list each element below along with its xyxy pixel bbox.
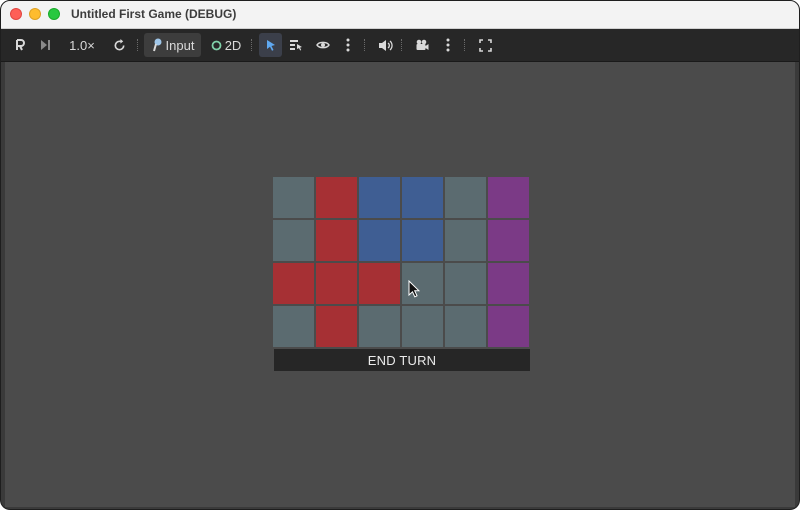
eye-icon: [316, 41, 330, 49]
camera-icon: [416, 39, 428, 50]
fullscreen-icon: [478, 38, 492, 52]
pointer-icon: [266, 39, 275, 51]
camera-override-button[interactable]: [411, 33, 433, 57]
board-cell-gray[interactable]: [445, 306, 486, 347]
maximize-window-button[interactable]: [48, 8, 60, 20]
toolbar-separator: [364, 39, 367, 51]
close-window-button[interactable]: [10, 8, 22, 20]
board-cell-red[interactable]: [316, 220, 357, 261]
end-turn-button[interactable]: END TURN: [274, 349, 530, 371]
board-cell-blue[interactable]: [359, 220, 400, 261]
board-cell-gray[interactable]: [273, 177, 314, 218]
board-cell-gray[interactable]: [402, 306, 443, 347]
board-cell-purple[interactable]: [488, 177, 529, 218]
input-toggle-button[interactable]: Input: [144, 33, 201, 57]
2d-circle-icon: [211, 40, 222, 50]
board-cell-gray[interactable]: [273, 220, 314, 261]
toolbar-separator: [251, 39, 254, 51]
board-cell-red[interactable]: [316, 306, 357, 347]
2d-label: 2D: [224, 37, 242, 53]
board-cell-gray[interactable]: [359, 306, 400, 347]
selection-options-button[interactable]: [340, 33, 356, 57]
input-label: Input: [165, 37, 195, 53]
debug-toolbar: 1.0× Input 2D: [1, 29, 799, 62]
step-forward-icon: [41, 40, 50, 50]
board-cell-gray[interactable]: [445, 220, 486, 261]
board-cell-purple[interactable]: [488, 306, 529, 347]
board-cell-purple[interactable]: [488, 220, 529, 261]
board-cell-blue[interactable]: [402, 177, 443, 218]
joystick-icon: [152, 38, 162, 52]
list-pointer-icon: [290, 39, 302, 50]
visibility-button[interactable]: [313, 33, 333, 57]
more-vertical-icon: [346, 38, 350, 52]
pause-rewind-icon: [16, 39, 25, 51]
reset-time-scale-button[interactable]: [109, 33, 129, 57]
mouse-cursor-icon: [408, 280, 420, 298]
board-cell-gray[interactable]: [445, 263, 486, 304]
board-cell-red[interactable]: [316, 263, 357, 304]
board-cell-gray[interactable]: [273, 306, 314, 347]
board-cell-blue[interactable]: [402, 220, 443, 261]
suspend-button[interactable]: [10, 33, 30, 57]
list-select-button[interactable]: [286, 33, 306, 57]
game-board: [273, 177, 531, 348]
toolbar-separator: [401, 39, 404, 51]
fullscreen-button[interactable]: [474, 33, 496, 57]
time-scale-button[interactable]: 1.0×: [63, 33, 101, 57]
mute-audio-button[interactable]: [375, 33, 395, 57]
board-cell-gray[interactable]: [445, 177, 486, 218]
more-vertical-icon: [446, 38, 450, 52]
board-cell-purple[interactable]: [488, 263, 529, 304]
reset-icon: [114, 38, 125, 50]
board-cell-red[interactable]: [359, 263, 400, 304]
title-bar: Untitled First Game (DEBUG): [1, 1, 799, 29]
game-viewport[interactable]: END TURN: [5, 62, 795, 507]
board-cell-blue[interactable]: [359, 177, 400, 218]
board-cell-red[interactable]: [316, 177, 357, 218]
minimize-window-button[interactable]: [29, 8, 41, 20]
toolbar-separator: [464, 39, 467, 51]
select-mode-button[interactable]: [259, 33, 282, 57]
speaker-icon: [378, 39, 393, 51]
camera-options-button[interactable]: [440, 33, 456, 57]
toolbar-separator: [137, 39, 140, 51]
next-frame-button[interactable]: [35, 33, 55, 57]
2d-mode-button[interactable]: 2D: [206, 33, 246, 57]
board-cell-red[interactable]: [273, 263, 314, 304]
window-title: Untitled First Game (DEBUG): [71, 7, 237, 21]
game-window: Untitled First Game (DEBUG) 1.0× Input 2…: [0, 0, 800, 510]
